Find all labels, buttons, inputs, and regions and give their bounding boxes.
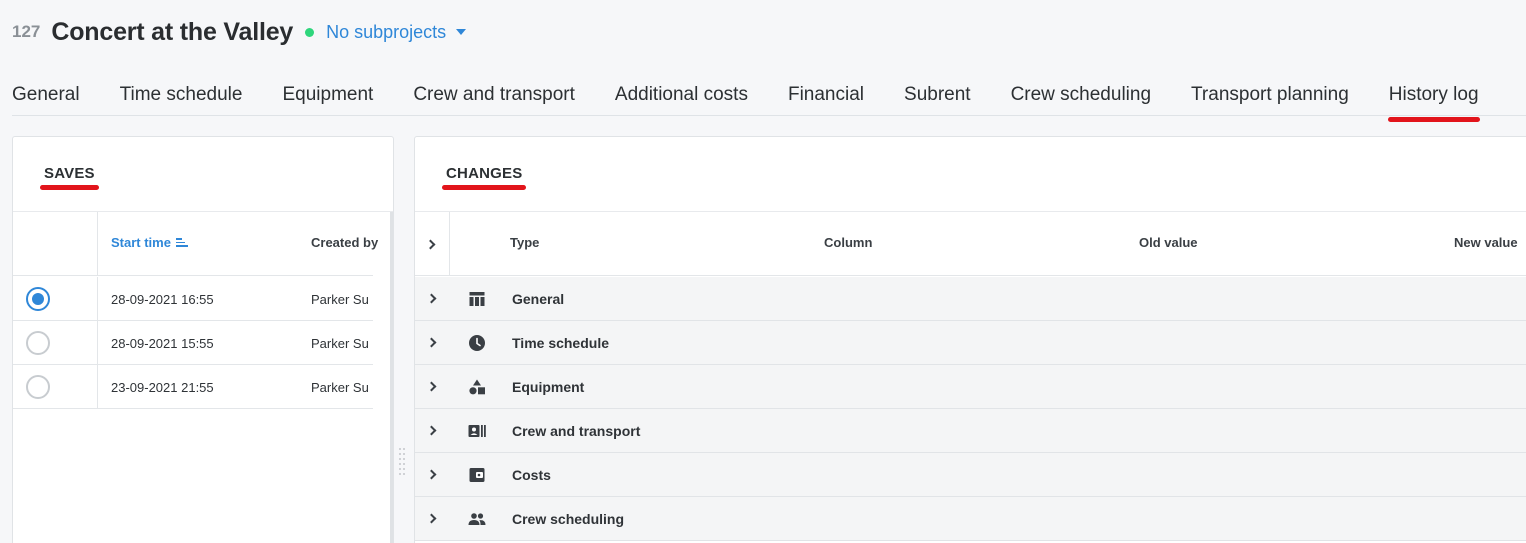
new-value-column-header[interactable]: New value — [1454, 235, 1518, 250]
project-tabs: General Time schedule Equipment Crew and… — [12, 80, 1526, 122]
change-group-label: Costs — [512, 467, 551, 483]
project-header: 127 Concert at the Valley No subprojects — [12, 14, 467, 50]
radio-button[interactable] — [26, 331, 50, 355]
table-row[interactable]: 23-09-2021 21:55 Parker Su — [13, 365, 373, 409]
chevron-right-icon — [425, 239, 436, 249]
table-row[interactable]: 28-09-2021 15:55 Parker Su — [13, 321, 373, 365]
clock-icon — [469, 335, 485, 351]
column-column-header[interactable]: Column — [824, 235, 872, 250]
change-group-equipment[interactable]: Equipment — [415, 365, 1526, 409]
expand-all-button[interactable] — [415, 212, 450, 276]
saves-title: SAVES — [40, 165, 99, 190]
tab-financial[interactable]: Financial — [788, 80, 864, 116]
select-cell — [13, 365, 98, 408]
table-row[interactable]: 28-09-2021 16:55 Parker Su — [13, 277, 373, 321]
expand-row-button[interactable] — [415, 497, 450, 540]
subprojects-dropdown[interactable]: No subprojects — [326, 21, 467, 43]
saves-table-header: Start time Created by — [13, 212, 378, 276]
change-group-label: Time schedule — [512, 335, 610, 351]
start-time-column-header[interactable]: Start time — [111, 235, 188, 250]
tab-crew-scheduling[interactable]: Crew scheduling — [1011, 80, 1151, 116]
save-created-by: Parker Su — [311, 380, 369, 395]
table-icon — [469, 292, 485, 306]
expand-row-button[interactable] — [415, 453, 450, 496]
change-group-crew-and-transport[interactable]: Crew and transport — [415, 409, 1526, 453]
select-column-header — [13, 212, 98, 276]
chevron-right-icon — [426, 513, 436, 524]
old-value-column-header[interactable]: Old value — [1139, 235, 1198, 250]
save-start-time: 28-09-2021 16:55 — [111, 292, 214, 307]
chevron-right-icon — [426, 469, 436, 480]
wallet-icon — [469, 468, 485, 482]
change-group-time-schedule[interactable]: Time schedule — [415, 321, 1526, 365]
change-group-label: Crew scheduling — [512, 511, 625, 527]
tab-subrent[interactable]: Subrent — [904, 80, 971, 116]
tab-time-schedule[interactable]: Time schedule — [120, 80, 243, 116]
saves-panel: SAVES Start time Created by 28-09-2021 1… — [12, 136, 394, 543]
save-created-by: Parker Su — [311, 292, 369, 307]
expand-row-button[interactable] — [415, 321, 450, 364]
project-id: 127 — [12, 22, 41, 41]
type-column-header[interactable]: Type — [510, 235, 539, 250]
change-group-crew-scheduling[interactable]: Crew scheduling — [415, 497, 1526, 541]
radio-button-selected[interactable] — [26, 287, 50, 311]
created-by-column-header[interactable]: Created by — [311, 235, 378, 250]
chevron-right-icon — [426, 425, 436, 436]
shapes-icon — [469, 379, 485, 395]
save-created-by: Parker Su — [311, 336, 369, 351]
expand-row-button[interactable] — [415, 365, 450, 408]
caret-down-icon — [456, 29, 467, 35]
tab-equipment[interactable]: Equipment — [282, 80, 373, 116]
tab-transport-planning[interactable]: Transport planning — [1191, 80, 1349, 116]
tab-general[interactable]: General — [12, 80, 80, 116]
changes-table-header: Type Column Old value New value — [415, 212, 1526, 276]
tab-crew-and-transport[interactable]: Crew and transport — [413, 80, 575, 116]
expand-row-button[interactable] — [415, 277, 450, 320]
panel-resize-handle[interactable] — [399, 448, 407, 490]
changes-title: CHANGES — [441, 165, 527, 190]
id-card-icon — [468, 425, 486, 437]
tab-additional-costs[interactable]: Additional costs — [615, 80, 748, 116]
project-title: Concert at the Valley — [51, 17, 294, 46]
expand-row-button[interactable] — [415, 409, 450, 452]
chevron-right-icon — [426, 381, 436, 392]
radio-button[interactable] — [26, 375, 50, 399]
subprojects-label: No subprojects — [326, 21, 447, 42]
change-group-label: Equipment — [512, 379, 585, 395]
change-group-label: Crew and transport — [512, 423, 641, 439]
sort-icon — [175, 238, 188, 247]
save-start-time: 28-09-2021 15:55 — [111, 336, 214, 351]
change-group-label: General — [512, 291, 565, 307]
select-cell — [13, 321, 98, 364]
status-dot-icon — [305, 27, 315, 37]
chevron-right-icon — [426, 293, 436, 304]
tab-history-log[interactable]: History log — [1387, 80, 1480, 122]
change-group-general[interactable]: General — [415, 277, 1526, 321]
save-start-time: 23-09-2021 21:55 — [111, 380, 214, 395]
people-icon — [468, 513, 486, 525]
start-time-label: Start time — [111, 235, 171, 250]
select-cell — [13, 277, 98, 320]
change-group-costs[interactable]: Costs — [415, 453, 1526, 497]
changes-panel: CHANGES Type Column Old value New value … — [414, 136, 1526, 543]
chevron-right-icon — [426, 337, 436, 348]
saves-scrollbar[interactable] — [390, 212, 393, 543]
